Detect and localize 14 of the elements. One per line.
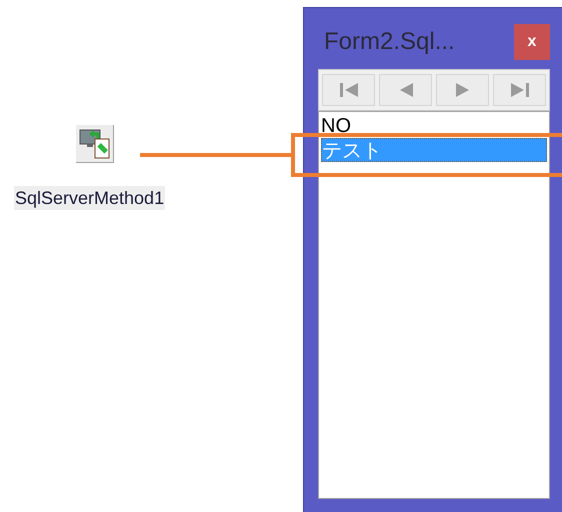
window-title: Form2.Sql... bbox=[324, 27, 455, 57]
navigator-button[interactable] bbox=[322, 74, 375, 106]
close-button[interactable]: x bbox=[514, 24, 550, 60]
component-label: SqlServerMethod1 bbox=[14, 186, 166, 210]
database-method-icon[interactable] bbox=[79, 128, 111, 160]
previous-icon bbox=[398, 82, 414, 98]
first-record-icon bbox=[338, 82, 360, 98]
list-item[interactable]: NO bbox=[321, 114, 547, 138]
list-item[interactable]: テスト bbox=[321, 138, 547, 162]
last-record-icon bbox=[508, 82, 530, 98]
next-icon bbox=[454, 82, 470, 98]
navigator-button[interactable] bbox=[436, 74, 489, 106]
navigator-button[interactable] bbox=[493, 74, 546, 106]
navigator-button[interactable] bbox=[379, 74, 432, 106]
